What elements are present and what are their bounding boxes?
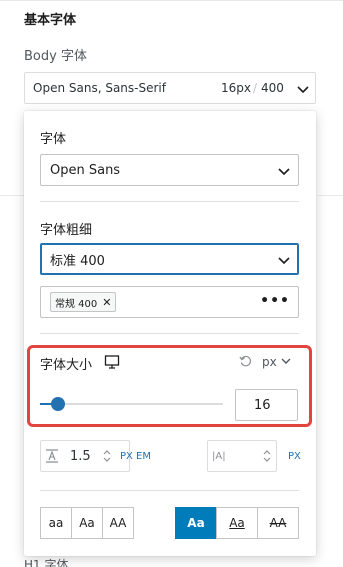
chevron-down-icon (278, 168, 290, 176)
font-size-label: 字体大小 (40, 358, 93, 373)
font-weight-value: 标准 400 (50, 253, 105, 269)
font-size-input[interactable]: 16 (235, 389, 298, 421)
line-height-field[interactable]: 1.5 (40, 440, 130, 472)
lowercase-button[interactable]: aa (40, 507, 72, 539)
text-decoration-group: Aa Aa AA (175, 507, 299, 539)
chevron-down-icon (297, 86, 309, 94)
chevron-down-icon (278, 257, 290, 265)
variant-chip-label: 常规 400 (55, 298, 98, 310)
typography-panel: 基本字体 Body 字体 Open Sans, Sans-Serif 16px … (0, 0, 343, 567)
font-size-slider-thumb[interactable] (51, 397, 65, 411)
desktop-icon[interactable] (104, 354, 120, 370)
more-options-button[interactable]: ••• (260, 294, 290, 308)
font-family-select[interactable]: Open Sans (40, 154, 299, 186)
divider (318, 195, 343, 196)
summary-font-size: 16px (221, 81, 251, 95)
letter-spacing-unit-px[interactable]: PX (288, 451, 301, 462)
remove-variant-button[interactable]: ✕ (102, 296, 111, 309)
variant-chip: 常规 400 ✕ (50, 292, 117, 312)
divider (0, 195, 24, 196)
reset-icon[interactable] (239, 355, 252, 368)
font-family-label: 字体 (40, 132, 67, 147)
font-variants-field[interactable]: 常规 400 ✕ ••• (40, 286, 299, 318)
top-divider (0, 0, 343, 1)
no-decoration-button[interactable]: Aa (175, 507, 217, 539)
summary-font-weight: 400 (261, 81, 284, 95)
text-transform-group: aa Aa AA (40, 507, 134, 539)
chevron-down-icon[interactable] (280, 355, 292, 367)
font-size-value: 16 (254, 397, 271, 413)
line-height-unit-em[interactable]: EM (136, 451, 151, 462)
font-weight-select[interactable]: 标准 400 (40, 243, 299, 275)
underline-button[interactable]: Aa (216, 507, 258, 539)
h1-font-label: H1 字体 (24, 558, 69, 567)
strikethrough-button[interactable]: AA (257, 507, 299, 539)
letter-spacing-field[interactable]: |A| (207, 440, 277, 472)
divider (40, 333, 299, 334)
body-font-summary-button[interactable]: Open Sans, Sans-Serif 16px / 400 (24, 72, 316, 104)
capitalize-button[interactable]: Aa (71, 507, 103, 539)
font-size-slider-track[interactable] (40, 403, 223, 405)
letter-spacing-icon: |A| (212, 451, 226, 462)
line-height-value: 1.5 (70, 449, 91, 464)
section-title: 基本字体 (24, 13, 77, 28)
divider (40, 490, 299, 491)
font-family-value: Open Sans (50, 162, 121, 178)
font-settings-popover: 字体 Open Sans 字体粗细 标准 400 常规 400 ✕ ••• 字体… (24, 111, 316, 556)
line-height-icon (46, 449, 58, 463)
font-weight-label: 字体粗细 (40, 223, 93, 238)
stepper-arrows-icon[interactable] (103, 449, 111, 463)
summary-font-family: Open Sans, Sans-Serif (33, 81, 166, 95)
body-font-label: Body 字体 (24, 49, 87, 64)
divider (40, 201, 299, 202)
font-size-unit-select[interactable]: px (262, 355, 277, 369)
line-height-unit-px[interactable]: PX (120, 451, 133, 462)
summary-separator: / (253, 81, 258, 95)
stepper-arrows-icon[interactable] (263, 449, 271, 463)
uppercase-button[interactable]: AA (102, 507, 134, 539)
